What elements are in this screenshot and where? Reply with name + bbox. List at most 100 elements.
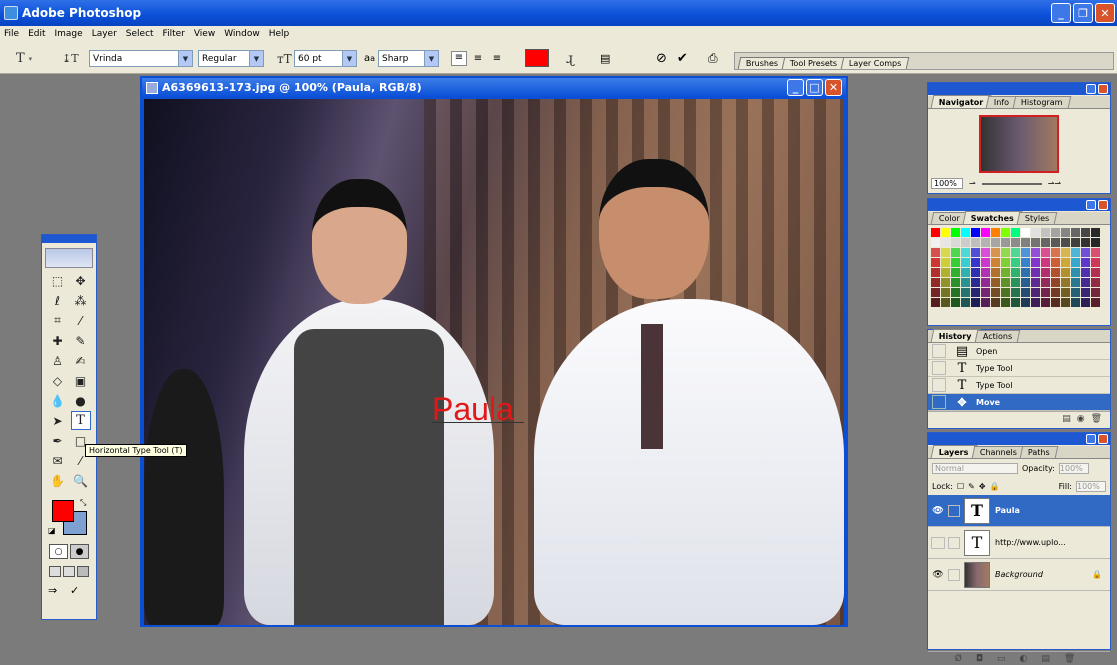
- swatch-cell[interactable]: [1051, 228, 1060, 237]
- new-snapshot-icon[interactable]: ◉: [1077, 414, 1085, 424]
- swatch-cell[interactable]: [941, 248, 950, 257]
- doc-minimize-button[interactable]: _: [787, 79, 804, 96]
- swatch-cell[interactable]: [1021, 278, 1030, 287]
- close-button[interactable]: ✕: [1095, 3, 1115, 23]
- marquee-tool-icon[interactable]: ⬚: [48, 271, 68, 290]
- restore-button[interactable]: ❐: [1073, 3, 1093, 23]
- swatch-cell[interactable]: [981, 228, 990, 237]
- swatch-cell[interactable]: [961, 268, 970, 277]
- swatch-cell[interactable]: [1051, 258, 1060, 267]
- swatch-cell[interactable]: [961, 278, 970, 287]
- file-browser-icon[interactable]: ⎙: [708, 50, 718, 67]
- font-style-select[interactable]: Regular ▼: [198, 50, 264, 67]
- swatch-cell[interactable]: [1061, 258, 1070, 267]
- swatch-cell[interactable]: [971, 238, 980, 247]
- swatch-cell[interactable]: [941, 288, 950, 297]
- swatch-cell[interactable]: [961, 238, 970, 247]
- tab-history[interactable]: History: [930, 329, 981, 342]
- lock-position-icon[interactable]: ✥: [979, 482, 986, 491]
- swatch-cell[interactable]: [931, 298, 940, 307]
- swatch-cell[interactable]: [971, 278, 980, 287]
- swatch-cell[interactable]: [1071, 268, 1080, 277]
- swatch-cell[interactable]: [1001, 258, 1010, 267]
- text-orientation-button[interactable]: ↨T: [62, 50, 79, 67]
- swatch-cell[interactable]: [951, 288, 960, 297]
- swatch-cell[interactable]: [1041, 298, 1050, 307]
- swatch-cell[interactable]: [1061, 228, 1070, 237]
- antialias-select[interactable]: Sharp ▼: [378, 50, 439, 67]
- link-icon[interactable]: [948, 568, 960, 581]
- tab-actions[interactable]: Actions: [974, 330, 1021, 342]
- swatch-cell[interactable]: [1091, 248, 1100, 257]
- swatch-cell[interactable]: [931, 228, 940, 237]
- hand-tool-icon[interactable]: ✋: [48, 471, 68, 490]
- lock-transparency-icon[interactable]: ☐: [957, 482, 964, 491]
- edit-in-imageready-icon[interactable]: ✓: [70, 584, 90, 599]
- minimize-button[interactable]: _: [1051, 3, 1071, 23]
- panel-close-icon[interactable]: [1098, 84, 1108, 94]
- swatch-cell[interactable]: [961, 288, 970, 297]
- gradient-tool-icon[interactable]: ▣: [71, 371, 91, 390]
- menu-image[interactable]: Image: [51, 29, 88, 39]
- swatch-cell[interactable]: [1081, 288, 1090, 297]
- swatch-cell[interactable]: [1001, 268, 1010, 277]
- swatch-cell[interactable]: [991, 228, 1000, 237]
- swatch-cell[interactable]: [1071, 238, 1080, 247]
- swatch-cell[interactable]: [1041, 238, 1050, 247]
- swatch-cell[interactable]: [1041, 248, 1050, 257]
- layer-mask-icon[interactable]: ◘: [976, 654, 983, 664]
- swap-colors-icon[interactable]: ⤡: [80, 498, 86, 508]
- zoom-in-icon[interactable]: ⇀⇀: [1048, 179, 1061, 188]
- eye-icon[interactable]: 👁: [931, 506, 945, 516]
- layer-style-icon[interactable]: Ø: [955, 654, 962, 664]
- panel-minimize-icon[interactable]: [1086, 434, 1096, 444]
- swatch-cell[interactable]: [961, 298, 970, 307]
- swatch-cell[interactable]: [1001, 228, 1010, 237]
- swatch-cell[interactable]: [1011, 228, 1020, 237]
- crop-tool-icon[interactable]: ⌗: [48, 311, 68, 330]
- swatch-cell[interactable]: [951, 238, 960, 247]
- swatch-cell[interactable]: [1031, 288, 1040, 297]
- swatch-cell[interactable]: [1031, 238, 1040, 247]
- toolbox-titlebar[interactable]: [42, 235, 96, 243]
- tab-paths[interactable]: Paths: [1019, 446, 1058, 458]
- swatch-cell[interactable]: [971, 258, 980, 267]
- menu-edit[interactable]: Edit: [24, 29, 50, 39]
- swatch-cell[interactable]: [1031, 278, 1040, 287]
- swatch-cell[interactable]: [941, 228, 950, 237]
- swatch-cell[interactable]: [1061, 288, 1070, 297]
- eye-icon[interactable]: 👁: [931, 570, 945, 580]
- swatch-cell[interactable]: [1091, 228, 1100, 237]
- swatch-cell[interactable]: [1021, 238, 1030, 247]
- swatch-cell[interactable]: [1001, 278, 1010, 287]
- swatch-cell[interactable]: [1091, 288, 1100, 297]
- cancel-icon[interactable]: ⊘: [656, 51, 667, 66]
- swatch-cell[interactable]: [981, 278, 990, 287]
- menu-filter[interactable]: Filter: [159, 29, 190, 39]
- swatch-cell[interactable]: [1001, 248, 1010, 257]
- swatch-cell[interactable]: [1031, 298, 1040, 307]
- swatch-cell[interactable]: [1011, 288, 1020, 297]
- menu-file[interactable]: File: [0, 29, 24, 39]
- swatch-cell[interactable]: [981, 288, 990, 297]
- swatch-cell[interactable]: [1011, 278, 1020, 287]
- swatch-grid[interactable]: [928, 225, 1110, 310]
- adjustment-layer-icon[interactable]: ◐: [1019, 654, 1027, 664]
- swatch-cell[interactable]: [1051, 238, 1060, 247]
- panel-minimize-icon[interactable]: [1086, 200, 1096, 210]
- layer-row[interactable]: T http://www.uplo...: [928, 527, 1110, 559]
- tool-preset-picker[interactable]: T ▾: [16, 50, 32, 67]
- swatch-cell[interactable]: [1031, 228, 1040, 237]
- swatch-cell[interactable]: [1061, 298, 1070, 307]
- document-titlebar[interactable]: A6369613-173.jpg @ 100% (Paula, RGB/8) _…: [142, 78, 846, 97]
- history-brush-icon[interactable]: ✍: [71, 351, 91, 370]
- tab-styles[interactable]: Styles: [1016, 212, 1058, 224]
- swatch-cell[interactable]: [991, 258, 1000, 267]
- tab-layers[interactable]: Layers: [930, 445, 977, 458]
- swatch-cell[interactable]: [1071, 278, 1080, 287]
- swatch-cell[interactable]: [1061, 278, 1070, 287]
- doc-maximize-button[interactable]: □: [806, 79, 823, 96]
- swatch-cell[interactable]: [1041, 288, 1050, 297]
- layer-row-selected[interactable]: 👁 T Paula: [928, 495, 1110, 527]
- swatch-cell[interactable]: [931, 258, 940, 267]
